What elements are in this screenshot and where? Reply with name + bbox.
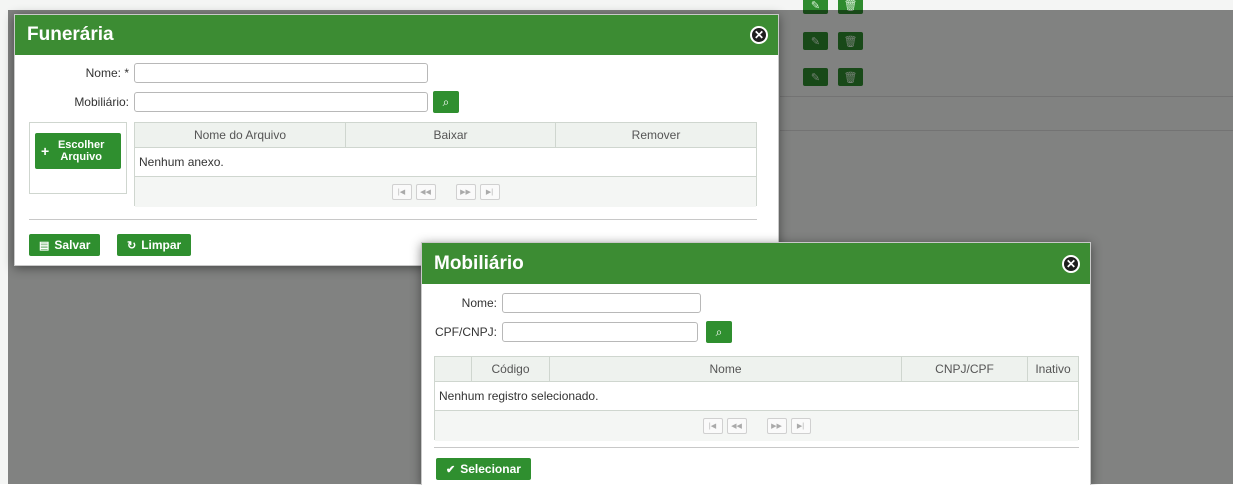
save-button[interactable]: ▤ Salvar <box>29 234 101 256</box>
cpf-input[interactable] <box>502 322 698 342</box>
column-header[interactable]: Nome <box>549 357 902 382</box>
clear-button[interactable]: ↻ Limpar <box>117 234 192 256</box>
funeraria-dialog: Funerária ✕ Nome: * Mobiliário: ⌕ + Esco… <box>14 14 779 266</box>
mobiliario-label: Mobiliário: <box>74 95 129 109</box>
close-icon[interactable]: ✕ <box>750 26 768 44</box>
prev-page-icon[interactable]: ◀◀ <box>415 184 436 200</box>
save-icon: ▤ <box>39 239 50 252</box>
mobiliario-row: Mobiliário: ⌕ <box>15 91 459 113</box>
search-button[interactable]: ⌕ <box>433 91 459 113</box>
column-header <box>435 357 472 382</box>
table-row: Nenhum anexo. <box>135 147 756 177</box>
empty-message: Nenhum registro selecionado. <box>435 381 1078 411</box>
check-icon: ✔ <box>446 463 456 476</box>
last-page-icon[interactable]: ▶| <box>479 184 500 200</box>
mobiliario-titlebar: Mobiliário ✕ <box>422 243 1090 284</box>
table-header: Código Nome CNPJ/CPF Inativo <box>435 357 1078 382</box>
column-header[interactable]: Remover <box>555 123 756 148</box>
choose-file-button[interactable]: + Escolher Arquivo <box>35 133 121 169</box>
table-row: Nenhum registro selecionado. <box>435 381 1078 411</box>
divider <box>434 447 1079 448</box>
search-button[interactable]: ⌕ <box>706 321 732 343</box>
dialog-title: Funerária <box>27 24 114 45</box>
cpf-label: CPF/CNPJ: <box>434 325 497 339</box>
column-header[interactable]: Baixar <box>345 123 556 148</box>
name-input[interactable] <box>502 293 701 313</box>
attachments-grid: Nome do Arquivo Baixar Remover Nenhum an… <box>134 122 757 207</box>
file-upload-panel: + Escolher Arquivo <box>29 122 127 194</box>
close-icon[interactable]: ✕ <box>1062 254 1080 273</box>
save-label: Salvar <box>54 238 91 252</box>
mobiliario-dialog: Mobiliário ✕ Nome: CPF/CNPJ: ⌕ Código No… <box>421 242 1091 485</box>
results-grid: Código Nome CNPJ/CPF Inativo Nenhum regi… <box>434 356 1079 441</box>
cpf-row: CPF/CNPJ: ⌕ <box>422 321 732 343</box>
divider <box>29 219 757 220</box>
column-header[interactable]: Nome do Arquivo <box>135 123 346 148</box>
results-table: Código Nome CNPJ/CPF Inativo Nenhum regi… <box>435 357 1078 411</box>
column-header[interactable]: CNPJ/CPF <box>901 357 1028 382</box>
table-header: Nome do Arquivo Baixar Remover <box>135 123 756 148</box>
name-label: Nome: * <box>85 66 129 80</box>
choose-file-label: Escolher Arquivo <box>57 139 105 163</box>
select-button[interactable]: ✔ Selecionar <box>436 458 531 480</box>
name-label: Nome: <box>461 296 497 310</box>
name-input[interactable] <box>134 63 428 83</box>
clear-label: Limpar <box>141 238 182 252</box>
name-row: Nome: * <box>15 63 428 83</box>
name-row: Nome: <box>422 293 701 313</box>
next-page-icon[interactable]: ▶▶ <box>455 184 476 200</box>
last-page-icon[interactable]: ▶| <box>790 418 811 434</box>
prev-page-icon[interactable]: ◀◀ <box>726 418 747 434</box>
first-page-icon[interactable]: |◀ <box>391 184 412 200</box>
search-icon: ⌕ <box>715 324 723 339</box>
search-icon: ⌕ <box>442 94 450 109</box>
dialog-title: Mobiliário <box>434 252 524 274</box>
attachments-table: Nome do Arquivo Baixar Remover Nenhum an… <box>135 123 756 177</box>
column-header[interactable]: Código <box>471 357 550 382</box>
funeraria-titlebar: Funerária ✕ <box>15 15 778 55</box>
mobiliario-input[interactable] <box>134 92 428 112</box>
column-header[interactable]: Inativo <box>1027 357 1078 382</box>
next-page-icon[interactable]: ▶▶ <box>766 418 787 434</box>
select-label: Selecionar <box>460 462 521 476</box>
first-page-icon[interactable]: |◀ <box>702 418 723 434</box>
pagination: |◀ ◀◀ ▶▶ ▶| <box>435 411 1078 441</box>
empty-message: Nenhum anexo. <box>135 147 756 177</box>
pagination: |◀ ◀◀ ▶▶ ▶| <box>135 177 756 207</box>
plus-icon: + <box>41 143 50 159</box>
refresh-icon: ↻ <box>127 239 137 252</box>
